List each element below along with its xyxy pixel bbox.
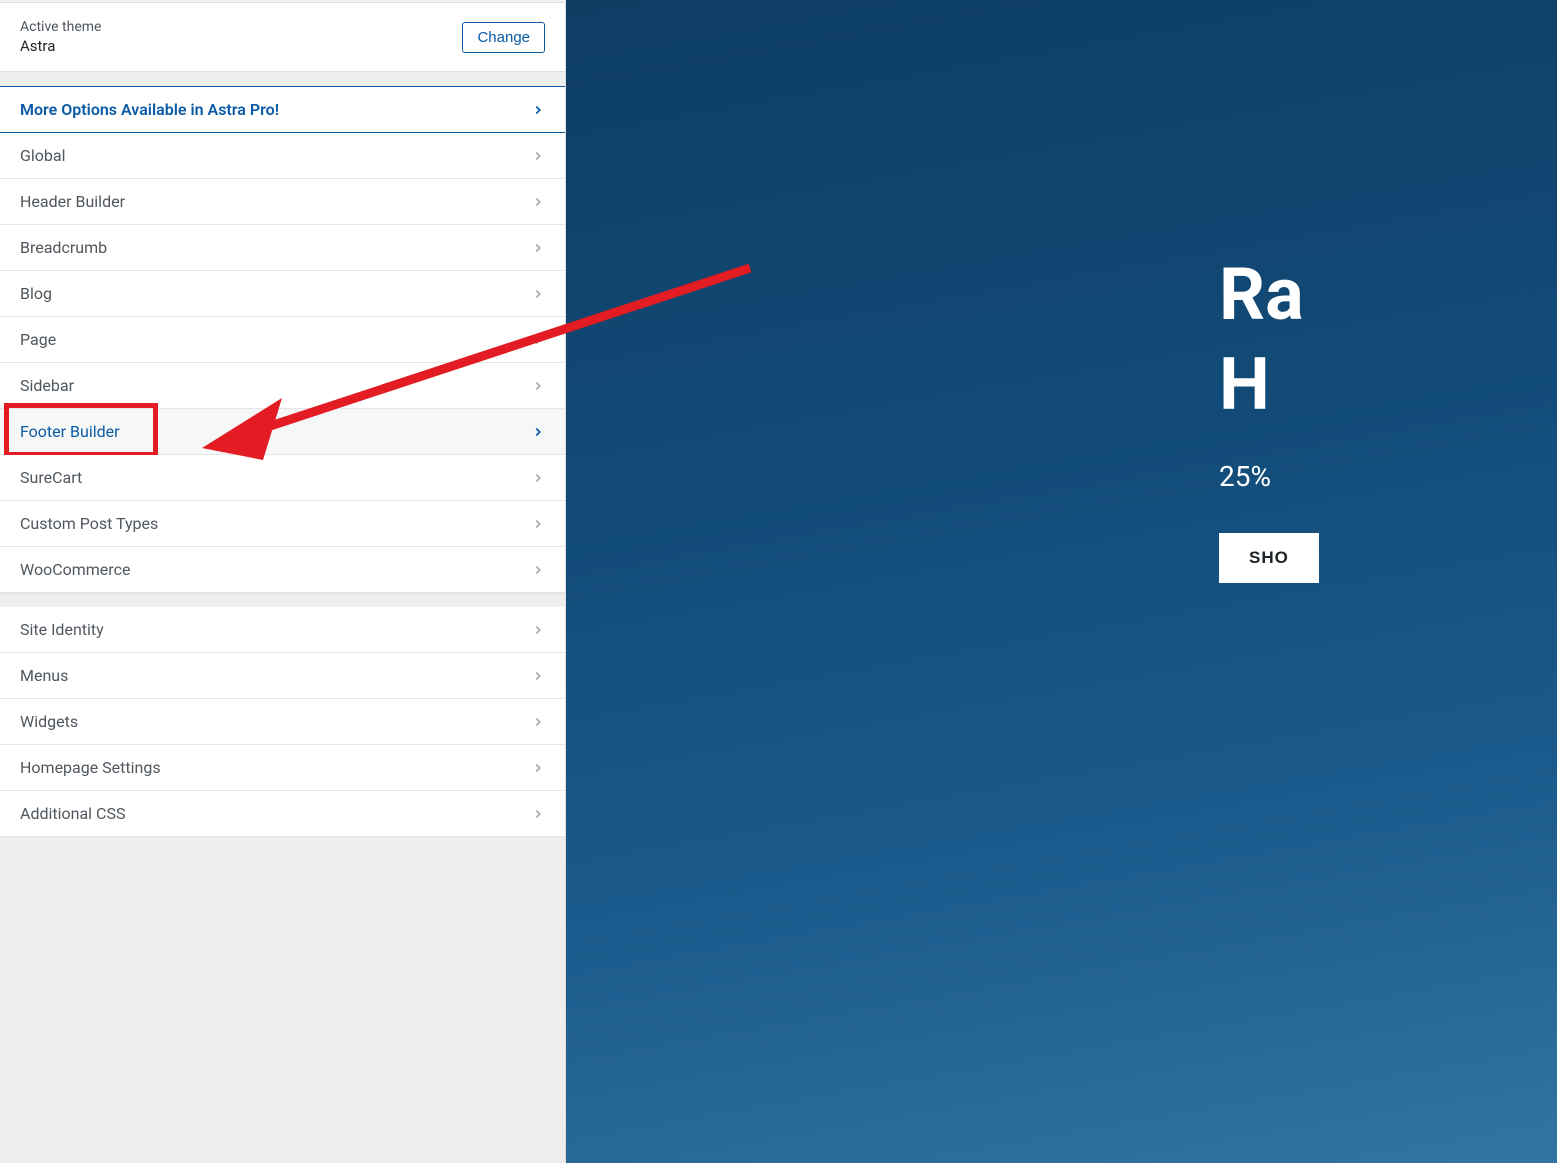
- nav-item-blog[interactable]: Blog: [0, 271, 565, 317]
- theme-name: Astra: [20, 37, 101, 55]
- chevron-right-icon: [531, 807, 545, 821]
- section-divider: [0, 593, 565, 607]
- nav-item-breadcrumb[interactable]: Breadcrumb: [0, 225, 565, 271]
- chevron-right-icon: [531, 379, 545, 393]
- nav-item-surecart[interactable]: SureCart: [0, 455, 565, 501]
- chevron-right-icon: [531, 333, 545, 347]
- nav-item-page[interactable]: Page: [0, 317, 565, 363]
- nav-item-footer-builder[interactable]: Footer Builder: [0, 409, 565, 455]
- change-theme-button[interactable]: Change: [462, 22, 545, 53]
- hero-subtitle: 25%: [1219, 460, 1319, 493]
- nav-label: WooCommerce: [20, 560, 130, 579]
- active-theme-header: Active theme Astra Change: [0, 2, 565, 72]
- nav-item-menus[interactable]: Menus: [0, 653, 565, 699]
- chevron-right-icon: [531, 517, 545, 531]
- nav-item-astra-pro[interactable]: More Options Available in Astra Pro!: [0, 86, 565, 133]
- nav-item-header-builder[interactable]: Header Builder: [0, 179, 565, 225]
- nav-item-custom-post-types[interactable]: Custom Post Types: [0, 501, 565, 547]
- nav-item-additional-css[interactable]: Additional CSS: [0, 791, 565, 837]
- hero-heading-line1: Ra: [1219, 250, 1319, 340]
- chevron-right-icon: [531, 103, 545, 117]
- chevron-right-icon: [531, 761, 545, 775]
- nav-label: Global: [20, 146, 66, 165]
- nav-label: Header Builder: [20, 192, 125, 211]
- hero-cta-button[interactable]: SHO: [1219, 533, 1319, 583]
- chevron-right-icon: [531, 195, 545, 209]
- chevron-right-icon: [531, 425, 545, 439]
- nav-item-global[interactable]: Global: [0, 133, 565, 179]
- nav-label: Widgets: [20, 712, 78, 731]
- active-theme-label: Active theme: [20, 19, 101, 35]
- chevron-right-icon: [531, 715, 545, 729]
- chevron-right-icon: [531, 149, 545, 163]
- section-divider: [0, 72, 565, 86]
- nav-item-site-identity[interactable]: Site Identity: [0, 607, 565, 653]
- nav-label: Footer Builder: [20, 422, 120, 441]
- chevron-right-icon: [531, 563, 545, 577]
- nav-label: Additional CSS: [20, 804, 125, 823]
- nav-label: Sidebar: [20, 376, 74, 395]
- chevron-right-icon: [531, 241, 545, 255]
- nav-label: More Options Available in Astra Pro!: [20, 100, 279, 119]
- chevron-right-icon: [531, 669, 545, 683]
- nav-label: Blog: [20, 284, 52, 303]
- nav-item-sidebar[interactable]: Sidebar: [0, 363, 565, 409]
- sidebar-empty-area: [0, 837, 565, 1163]
- nav-label: Page: [20, 330, 56, 349]
- nav-item-widgets[interactable]: Widgets: [0, 699, 565, 745]
- chevron-right-icon: [531, 287, 545, 301]
- nav-label: Custom Post Types: [20, 514, 158, 533]
- chevron-right-icon: [531, 471, 545, 485]
- customizer-sections: More Options Available in Astra Pro! Glo…: [0, 86, 565, 837]
- hero-heading-line2: H: [1219, 340, 1319, 430]
- nav-item-homepage-settings[interactable]: Homepage Settings: [0, 745, 565, 791]
- chevron-right-icon: [531, 623, 545, 637]
- nav-label: Site Identity: [20, 620, 104, 639]
- nav-label: Menus: [20, 666, 68, 685]
- nav-item-woocommerce[interactable]: WooCommerce: [0, 547, 565, 593]
- nav-label: SureCart: [20, 468, 82, 487]
- nav-label: Homepage Settings: [20, 758, 161, 777]
- customizer-sidebar: Active theme Astra Change More Options A…: [0, 2, 566, 1163]
- site-preview: Ra H 25% SHO: [566, 0, 1557, 1163]
- nav-label: Breadcrumb: [20, 238, 107, 257]
